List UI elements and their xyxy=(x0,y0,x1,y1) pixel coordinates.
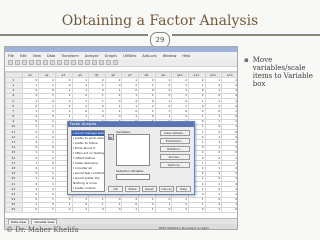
data-cell[interactable]: 1 xyxy=(204,206,223,214)
toolbar-icon[interactable] xyxy=(15,60,20,65)
move-variable-button[interactable]: ► xyxy=(108,134,114,140)
slide: Obtaining a Factor Analysis 29 File Edit V… xyxy=(0,0,320,240)
dialog-title: Factor Analysis xyxy=(68,122,194,127)
status-text: SPSS Statistics Processor is ready xyxy=(158,225,209,230)
data-cell[interactable]: 1 xyxy=(38,206,56,214)
data-cell[interactable]: 1 xyxy=(171,206,190,214)
paste-button[interactable]: Paste xyxy=(125,186,140,192)
menu-item-graphs[interactable]: Graphs xyxy=(105,54,118,58)
cancel-button[interactable]: Cancel xyxy=(159,186,174,192)
spss-toolbar xyxy=(5,59,237,67)
menu-item-file[interactable]: File xyxy=(8,54,14,58)
menu-item-help[interactable]: Help xyxy=(182,54,190,58)
variables-box[interactable] xyxy=(116,134,150,166)
toolbar-icon[interactable] xyxy=(29,60,34,65)
data-cell[interactable]: 0 xyxy=(104,206,123,214)
toolbar-icon[interactable] xyxy=(8,60,13,65)
menu-item-window[interactable]: Window xyxy=(163,54,177,58)
bullet-item: ▪ Move variables/scale items to Variable… xyxy=(244,56,316,88)
toolbar-icon[interactable] xyxy=(43,60,48,65)
help-button[interactable]: Help xyxy=(176,186,191,192)
spss-screenshot: File Edit View Data Transform Analyze Graphs Ut… xyxy=(4,46,238,230)
reset-button[interactable]: Reset xyxy=(142,186,157,192)
title-rule-left xyxy=(0,34,148,36)
toolbar-icon[interactable] xyxy=(64,60,69,65)
menu-item-view[interactable]: View xyxy=(33,54,41,58)
menu-item-utilities[interactable]: Utilities xyxy=(123,54,136,58)
data-cell[interactable]: 0 xyxy=(188,206,206,214)
toolbar-icon[interactable] xyxy=(92,60,97,65)
spss-menubar: File Edit View Data Transform Analyze Graphs Ut… xyxy=(5,52,237,59)
menu-item-transform[interactable]: Transform xyxy=(61,54,78,58)
toolbar-icon[interactable] xyxy=(57,60,62,65)
toolbar-icon[interactable] xyxy=(113,60,118,65)
list-item[interactable]: I prefer routine xyxy=(72,186,104,191)
scores-button[interactable]: Scores... xyxy=(160,154,190,160)
bullet-text: Move variables/scale items to Variable b… xyxy=(252,56,313,88)
data-cell[interactable]: 1 xyxy=(121,206,140,214)
toolbar-icon[interactable] xyxy=(71,60,76,65)
slide-footer: © Dr. Maher Khelifa xyxy=(6,226,79,234)
toolbar-icon[interactable] xyxy=(78,60,83,65)
rotation-button[interactable]: Rotation... xyxy=(160,146,190,152)
menu-item-edit[interactable]: Edit xyxy=(20,54,27,58)
extraction-button[interactable]: Extraction... xyxy=(160,138,190,144)
menu-item-data[interactable]: Data xyxy=(47,54,55,58)
data-cell[interactable]: 0 xyxy=(21,206,40,214)
toolbar-icon[interactable] xyxy=(22,60,27,65)
bullet-list: ▪ Move variables/scale items to Variable… xyxy=(244,56,316,88)
toolbar-icon[interactable] xyxy=(99,60,104,65)
toolbar-icon[interactable] xyxy=(50,60,55,65)
factor-analysis-dialog: Factor Analysis I would manage well I pre… xyxy=(67,121,195,195)
title-rule-right xyxy=(172,34,320,36)
slide-title: Obtaining a Factor Analysis xyxy=(61,13,259,29)
data-cell[interactable]: 2 xyxy=(54,206,73,214)
data-cell[interactable]: 1 xyxy=(138,206,156,214)
menu-item-analyze[interactable]: Analyze xyxy=(85,54,99,58)
toolbar-icon[interactable] xyxy=(36,60,41,65)
source-variable-list[interactable]: I would manage well I prefer to work alon… xyxy=(71,130,105,192)
selection-variable-box[interactable] xyxy=(116,174,150,180)
menu-item-addons[interactable]: Add-ons xyxy=(142,54,156,58)
table-row: 26 0 1 2 1 0 0 1 1 0 1 0 1 0 xyxy=(5,206,237,214)
ok-button[interactable]: OK xyxy=(108,186,123,192)
data-cell[interactable]: 1 xyxy=(71,206,90,214)
data-cell[interactable]: 0 xyxy=(154,206,173,214)
toolbar-icon[interactable] xyxy=(85,60,90,65)
options-button[interactable]: Options... xyxy=(160,162,190,168)
row-number: 26 xyxy=(5,206,23,214)
descriptives-button[interactable]: Descriptives... xyxy=(160,130,190,136)
data-cell[interactable]: 0 xyxy=(88,206,106,214)
bullet-marker: ▪ xyxy=(244,56,249,64)
selection-variable-label: Selection Variable: xyxy=(116,169,144,173)
toolbar-icon[interactable] xyxy=(106,60,111,65)
data-cell[interactable]: 0 xyxy=(221,206,237,214)
